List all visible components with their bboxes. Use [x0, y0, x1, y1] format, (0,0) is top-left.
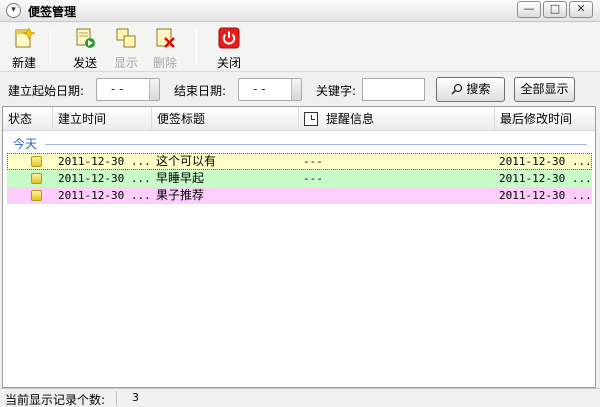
note-icon	[31, 190, 42, 201]
search-button[interactable]: 搜索	[436, 77, 505, 102]
column-header-modified[interactable]: 最后修改时间	[495, 107, 595, 131]
delete-icon	[156, 28, 175, 48]
new-label: 新建	[11, 56, 36, 70]
send-button[interactable]: 发送	[65, 25, 105, 70]
show-label: 显示	[113, 56, 138, 70]
start-date-picker[interactable]: - -	[96, 78, 160, 101]
new-button[interactable]: 新建	[4, 25, 44, 70]
cell-reminder: ---	[303, 155, 323, 168]
minimize-button[interactable]: —	[517, 1, 541, 18]
column-header-reminder[interactable]: 提醒信息	[299, 107, 495, 131]
send-icon	[76, 28, 95, 48]
start-date-value: - -	[111, 82, 124, 96]
show-icon	[116, 28, 136, 48]
record-count-value: 3	[132, 391, 139, 404]
status-bar: 当前显示记录个数: 3	[0, 388, 600, 407]
toolbar: 新建 发送 显示 删除 关闭	[0, 23, 600, 70]
end-date-picker[interactable]: - -	[238, 78, 302, 101]
column-header-status[interactable]: 状态	[3, 107, 53, 131]
keyword-input[interactable]	[362, 78, 425, 101]
toolbar-separator	[50, 29, 51, 65]
group-label-today[interactable]: 今天	[13, 135, 37, 152]
column-header-title[interactable]: 便签标题	[152, 107, 299, 131]
table-header: 状态 建立时间 便签标题 提醒信息 最后修改时间	[3, 107, 595, 131]
maximize-button[interactable]: □	[543, 1, 567, 18]
notes-table: 状态 建立时间 便签标题 提醒信息 最后修改时间 今天 2011-12-30 .…	[2, 106, 596, 388]
delete-label: 删除	[152, 56, 177, 70]
send-label: 发送	[72, 56, 97, 70]
search-icon	[451, 83, 462, 95]
end-date-label: 结束日期:	[174, 84, 227, 98]
group-divider	[45, 144, 587, 145]
show-button[interactable]: 显示	[106, 25, 146, 70]
dropdown-icon[interactable]	[149, 79, 159, 100]
cell-reminder: ---	[303, 172, 323, 185]
end-date-value: - -	[253, 82, 266, 96]
window-title: 便签管理	[28, 5, 77, 19]
cell-title: 这个可以有	[156, 154, 217, 168]
dropdown-icon[interactable]	[291, 79, 301, 100]
start-date-label: 建立起始日期:	[8, 84, 85, 98]
system-menu-icon[interactable]: ▾	[6, 3, 21, 18]
cell-created: 2011-12-30 ...	[58, 172, 151, 185]
table-row[interactable]: 2011-12-30 ... 早睡早起 --- 2011-12-30 ...	[7, 170, 592, 187]
note-icon	[31, 156, 42, 167]
column-header-created[interactable]: 建立时间	[53, 107, 152, 131]
filter-bar: 建立起始日期: - - 结束日期: - - 关键字: 搜索 全部显示	[0, 71, 600, 105]
close-label: 关闭	[216, 56, 241, 70]
search-label: 搜索	[466, 82, 491, 96]
keyword-label: 关键字:	[316, 84, 357, 98]
cell-created: 2011-12-30 ...	[58, 189, 151, 202]
table-row[interactable]: 2011-12-30 ... 果子推荐 2011-12-30 ...	[7, 187, 592, 204]
close-window-button[interactable]: ✕	[569, 1, 593, 18]
clock-icon	[304, 112, 318, 126]
show-all-button[interactable]: 全部显示	[514, 77, 575, 102]
reminder-header-label: 提醒信息	[326, 112, 375, 126]
cell-modified: 2011-12-30 ...	[499, 172, 592, 185]
cell-title: 果子推荐	[156, 188, 205, 202]
cell-modified: 2011-12-30 ...	[499, 189, 592, 202]
close-button[interactable]: 关闭	[209, 25, 249, 70]
status-separator	[116, 391, 117, 406]
toolbar-separator	[196, 29, 197, 65]
power-icon	[218, 27, 240, 49]
table-row[interactable]: 2011-12-30 ... 这个可以有 --- 2011-12-30 ...	[7, 153, 592, 170]
cell-created: 2011-12-30 ...	[58, 155, 151, 168]
cell-modified: 2011-12-30 ...	[499, 155, 592, 168]
title-bar: ▾ 便签管理 — □ ✕	[0, 0, 600, 22]
note-icon	[31, 173, 42, 184]
record-count-label: 当前显示记录个数:	[5, 393, 106, 407]
delete-button[interactable]: 删除	[145, 25, 185, 70]
cell-title: 早睡早起	[156, 171, 205, 185]
new-note-icon	[15, 27, 35, 48]
